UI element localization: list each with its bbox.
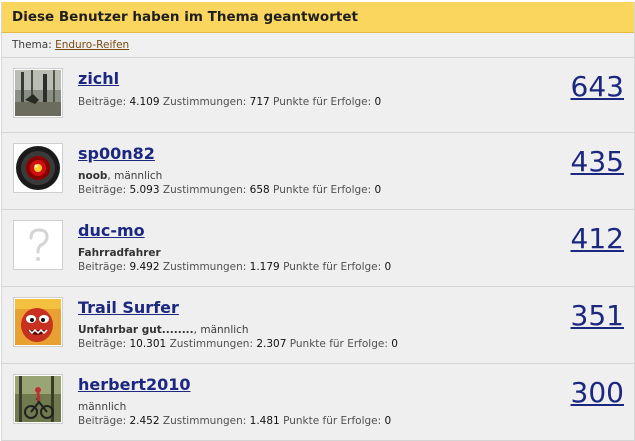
user-stats: Beiträge: 4.109 Zustimmungen: 717 Punkte… (78, 96, 382, 108)
user-rank: noob (78, 170, 108, 182)
user-stats: Beiträge: 9.492 Zustimmungen: 1.179 Punk… (78, 261, 392, 273)
panel-title: Diese Benutzer haben im Thema geantworte… (2, 2, 634, 33)
user-stats: Beiträge: 2.452 Zustimmungen: 1.481 Punk… (78, 415, 392, 427)
user-title: Unfahrbar gut........, männlich (78, 324, 249, 336)
username-link[interactable]: zichl (78, 69, 119, 88)
user-row: zichl Beiträge: 4.109 Zustimmungen: 717 … (2, 58, 634, 133)
username-link[interactable]: herbert2010 (78, 375, 191, 394)
hal9000-eye-icon[interactable] (13, 143, 63, 193)
username-link[interactable]: Trail Surfer (78, 298, 179, 317)
cartoon-face-icon[interactable] (13, 297, 63, 347)
user-title: noob, männlich (78, 170, 162, 182)
forest-photo-icon[interactable] (13, 68, 63, 118)
reply-count-link[interactable]: 300 (571, 376, 624, 409)
username-link[interactable]: sp00n82 (78, 144, 155, 163)
topic-label: Thema: (12, 39, 52, 51)
user-rank: Unfahrbar gut........ (78, 324, 194, 336)
user-row: duc-mo Fahrradfahrer Beiträge: 9.492 Zus… (2, 210, 634, 287)
user-gender: , männlich (107, 170, 163, 182)
question-mark-icon[interactable] (13, 220, 63, 270)
reply-count-link[interactable]: 643 (571, 70, 624, 103)
user-title: Fahrradfahrer (78, 247, 161, 259)
user-rank: Fahrradfahrer (78, 247, 161, 259)
user-list: zichl Beiträge: 4.109 Zustimmungen: 717 … (2, 58, 634, 441)
user-stats: Beiträge: 10.301 Zustimmungen: 2.307 Pun… (78, 338, 398, 350)
participants-panel: Diese Benutzer haben im Thema geantworte… (1, 2, 635, 441)
user-title: männlich (78, 401, 126, 413)
user-gender: männlich (78, 401, 127, 413)
user-row: herbert2010 männlich Beiträge: 2.452 Zus… (2, 364, 634, 441)
topic-link[interactable]: Enduro-Reifen (55, 39, 129, 51)
user-row: sp00n82 noob, männlich Beiträge: 5.093 Z… (2, 133, 634, 210)
topic-line: Thema: Enduro-Reifen (2, 33, 634, 58)
mountainbike-photo-icon[interactable] (13, 374, 63, 424)
reply-count-link[interactable]: 412 (571, 222, 624, 255)
reply-count-link[interactable]: 435 (571, 145, 624, 178)
user-row: Trail Surfer Unfahrbar gut........, männ… (2, 287, 634, 364)
user-gender: , männlich (193, 324, 249, 336)
reply-count-link[interactable]: 351 (571, 299, 624, 332)
user-stats: Beiträge: 5.093 Zustimmungen: 658 Punkte… (78, 184, 382, 196)
username-link[interactable]: duc-mo (78, 221, 145, 240)
